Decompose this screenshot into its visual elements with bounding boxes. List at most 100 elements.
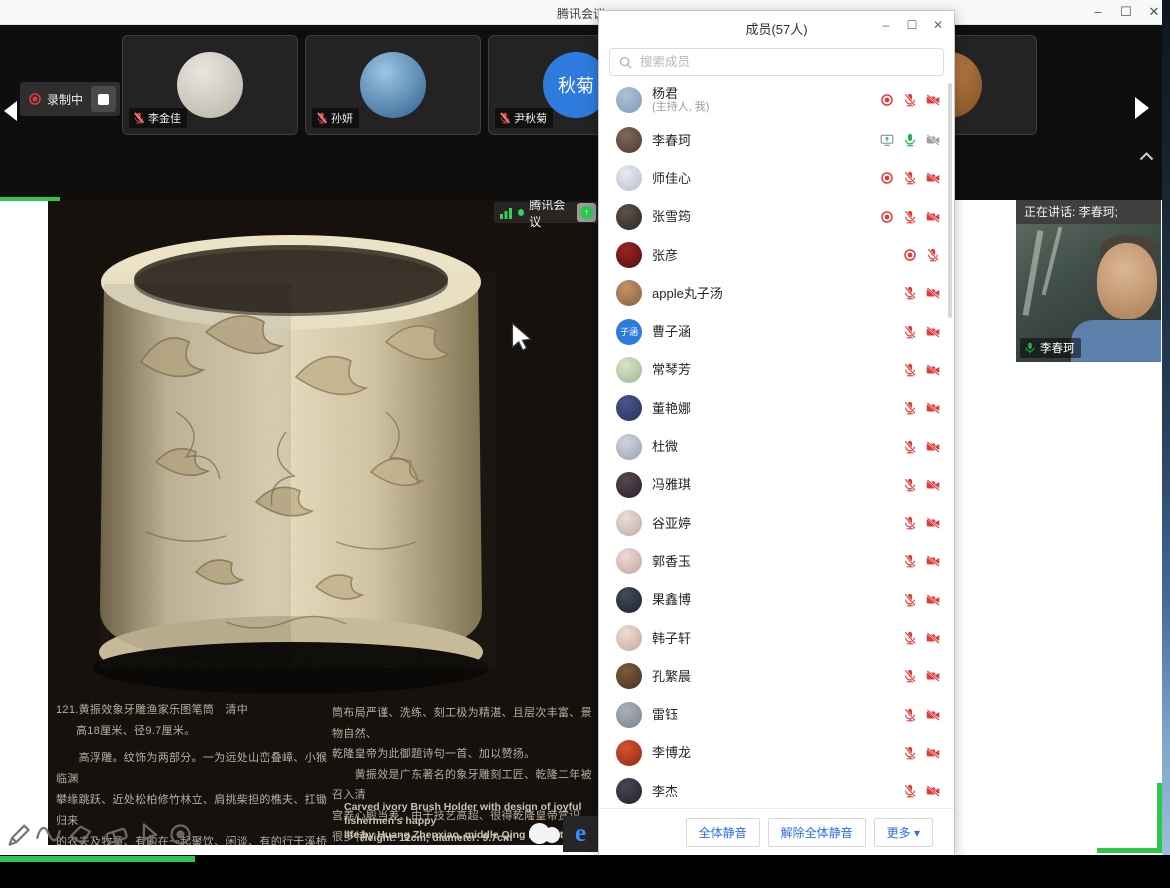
cam-muted-icon[interactable]: [926, 210, 940, 224]
scroll-right-icon[interactable]: [1135, 97, 1149, 119]
scrollbar-thumb[interactable]: [948, 83, 952, 318]
mic-muted-icon[interactable]: [903, 708, 917, 722]
member-status-icons: [903, 631, 940, 645]
cam-muted-icon[interactable]: [926, 286, 940, 300]
edge-icon[interactable]: e: [563, 816, 598, 852]
member-names: 果鑫博: [652, 592, 903, 607]
member-row[interactable]: 杨君(主持人, 我): [599, 79, 954, 121]
member-search[interactable]: [609, 48, 944, 76]
member-status-icons: [903, 478, 940, 492]
scroll-left-icon[interactable]: [4, 101, 17, 121]
mic-muted-icon[interactable]: [903, 478, 917, 492]
member-names: 郭香玉: [652, 554, 903, 569]
video-tile[interactable]: 孙妍: [305, 35, 481, 135]
cam-muted-icon[interactable]: [926, 171, 940, 185]
member-name: 李博龙: [652, 745, 903, 760]
member-row[interactable]: 杜微: [599, 427, 954, 465]
member-name: 李春珂: [652, 133, 880, 148]
cam-muted-icon[interactable]: [926, 363, 940, 377]
member-row[interactable]: 冯雅琪: [599, 466, 954, 504]
member-row[interactable]: 常琴芳: [599, 351, 954, 389]
cam-muted-icon[interactable]: [926, 708, 940, 722]
member-row[interactable]: apple丸子汤: [599, 274, 954, 312]
member-row[interactable]: 孔繁晨: [599, 657, 954, 695]
close-button[interactable]: ✕: [1142, 2, 1166, 22]
laser-tool-icon[interactable]: [166, 820, 194, 848]
avatar: [360, 52, 426, 118]
eraser-tool-icon[interactable]: [102, 820, 130, 848]
cam-muted-icon[interactable]: [926, 593, 940, 607]
member-row[interactable]: 李博龙: [599, 734, 954, 772]
mic-muted-icon[interactable]: [903, 93, 917, 107]
cam-muted-icon[interactable]: [926, 401, 940, 415]
member-row[interactable]: 谷亚婷: [599, 504, 954, 542]
panel-maximize-button[interactable]: ☐: [901, 16, 923, 34]
mic-muted-icon[interactable]: [903, 516, 917, 530]
search-input[interactable]: [638, 54, 935, 70]
mic-muted-icon: [316, 112, 328, 124]
unmute-all-button[interactable]: 解除全体静音: [768, 818, 866, 847]
pointer-tool-icon[interactable]: [135, 820, 163, 848]
member-row[interactable]: 张雪筠: [599, 198, 954, 236]
cam-muted-icon[interactable]: [926, 93, 940, 107]
recording-indicator[interactable]: 录制中: [20, 82, 120, 116]
pen-tool-icon[interactable]: [3, 820, 31, 848]
mic-muted-icon[interactable]: [903, 631, 917, 645]
mic-muted-icon[interactable]: [903, 554, 917, 568]
more-button[interactable]: 更多 ▾: [874, 818, 933, 847]
member-row[interactable]: 李春珂: [599, 121, 954, 159]
cam-muted-icon[interactable]: [926, 554, 940, 568]
panel-minimize-button[interactable]: –: [875, 16, 897, 34]
cam-muted-icon[interactable]: [926, 746, 940, 760]
mic-muted-icon[interactable]: [903, 593, 917, 607]
cam-muted-icon[interactable]: [926, 325, 940, 339]
mic-muted-icon[interactable]: [903, 210, 917, 224]
shape-tool-icon[interactable]: [66, 820, 94, 848]
member-names: 张彦: [652, 248, 903, 263]
member-row[interactable]: 果鑫博: [599, 581, 954, 619]
mic-muted-icon[interactable]: [903, 401, 917, 415]
mic-muted-icon[interactable]: [903, 286, 917, 300]
mic-on-icon[interactable]: [903, 133, 917, 147]
mute-all-button[interactable]: 全体静音: [686, 818, 760, 847]
mic-muted-icon[interactable]: [903, 325, 917, 339]
minimize-button[interactable]: –: [1086, 2, 1110, 22]
member-row[interactable]: 师佳心: [599, 159, 954, 197]
member-row[interactable]: 张彦: [599, 236, 954, 274]
speaker-video[interactable]: 李春珂: [1016, 224, 1161, 362]
cam-muted-icon[interactable]: [926, 631, 940, 645]
mic-muted-icon[interactable]: [903, 171, 917, 185]
avatar: [616, 280, 642, 306]
mic-muted-icon[interactable]: [926, 248, 940, 262]
curve-tool-icon[interactable]: [34, 820, 62, 848]
cam-muted-icon[interactable]: [926, 669, 940, 683]
maximize-button[interactable]: ☐: [1114, 2, 1138, 22]
cam-muted-icon[interactable]: [926, 478, 940, 492]
member-name: 孔繁晨: [652, 669, 903, 684]
share-screen-icon[interactable]: ↑: [577, 203, 596, 222]
mic-muted-icon[interactable]: [903, 784, 917, 798]
member-row[interactable]: 子涵曹子涵: [599, 312, 954, 350]
member-row[interactable]: 雷钰: [599, 695, 954, 733]
member-row[interactable]: 郭香玉: [599, 542, 954, 580]
signal-strength-icon: [500, 206, 513, 220]
collapse-strip-icon[interactable]: [1139, 148, 1154, 166]
member-status-icons: [903, 401, 940, 415]
tile-name: 李金佳: [148, 110, 181, 126]
panel-close-button[interactable]: ✕: [927, 16, 949, 34]
cam-muted-icon[interactable]: [926, 440, 940, 454]
member-row[interactable]: 董艳娜: [599, 389, 954, 427]
mic-muted-icon[interactable]: [903, 669, 917, 683]
video-tile[interactable]: 李金佳: [122, 35, 298, 135]
cam-off-icon[interactable]: [926, 133, 940, 147]
cam-muted-icon[interactable]: [926, 784, 940, 798]
mic-muted-icon[interactable]: [903, 746, 917, 760]
avatar: [616, 165, 642, 191]
cam-muted-icon[interactable]: [926, 516, 940, 530]
member-row[interactable]: 李杰: [599, 772, 954, 808]
mic-muted-icon[interactable]: [903, 363, 917, 377]
member-row[interactable]: 韩子轩: [599, 619, 954, 657]
stop-recording-button[interactable]: [91, 86, 116, 112]
mic-muted-icon[interactable]: [903, 440, 917, 454]
avatar: [616, 472, 642, 498]
